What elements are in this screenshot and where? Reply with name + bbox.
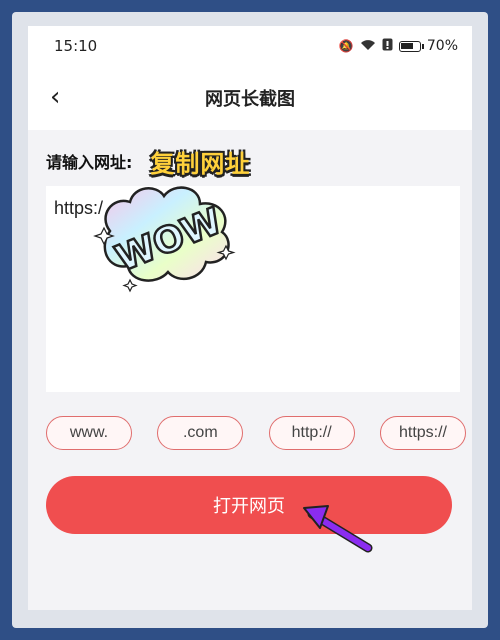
battery-fill: [400, 42, 413, 49]
prompt-row: 请输入网址: 复制网址: [46, 144, 250, 178]
status-bar: 15:10 🔕 70%: [28, 26, 472, 66]
battery-percent: 70%: [426, 38, 458, 54]
back-arrow-icon[interactable]: ‹: [50, 84, 60, 110]
copy-url-annotation: 复制网址: [150, 149, 251, 178]
battery-icon: [398, 40, 424, 52]
status-time: 15:10: [54, 37, 98, 55]
wow-sticker: WOW: [93, 186, 236, 293]
open-webpage-button[interactable]: 打开网页: [46, 476, 452, 534]
phone-screen: 15:10 🔕 70% ‹ 网页长截图 请输入网址: 复制网址 https:/: [28, 26, 472, 610]
sparkle-icon: [122, 278, 138, 293]
url-shortcut-chips: www. .com http:// https://: [46, 416, 466, 450]
pointer-arrow-icon: [303, 505, 373, 553]
nav-bar: ‹ 网页长截图: [28, 66, 472, 130]
chip-http[interactable]: http://: [268, 416, 355, 450]
chip-https[interactable]: https://: [379, 416, 466, 450]
mute-bell-icon: 🔕: [338, 39, 354, 53]
alert-icon: [382, 38, 393, 54]
chip-com[interactable]: .com: [157, 416, 244, 450]
chip-www[interactable]: www.: [46, 416, 132, 450]
wifi-icon: [360, 39, 376, 54]
page-title: 网页长截图: [205, 89, 295, 110]
url-prompt-label: 请输入网址:: [46, 153, 133, 172]
status-icons: 🔕 70%: [339, 38, 458, 54]
